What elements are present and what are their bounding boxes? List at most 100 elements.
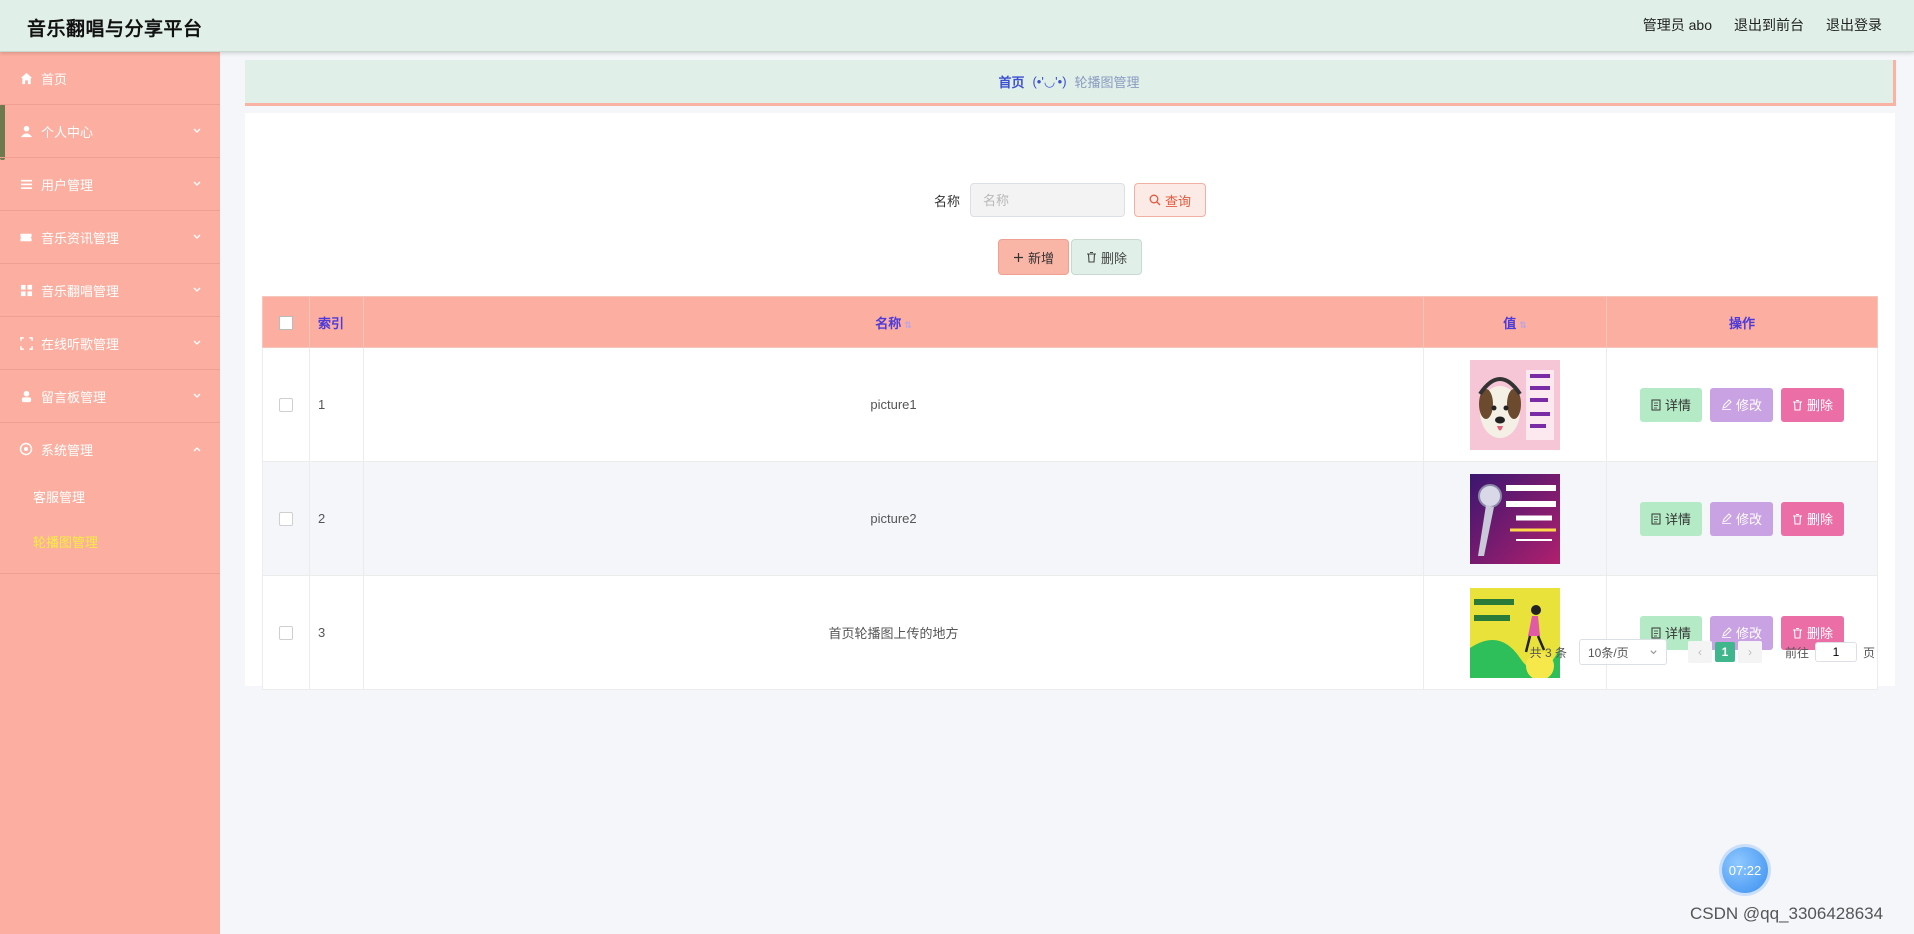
- query-button-label: 查询: [1165, 193, 1192, 209]
- pagination: 共 3 条 10条/页 ‹ 1 › 前往 页: [1530, 639, 1875, 665]
- add-button[interactable]: 新增: [997, 239, 1069, 275]
- main-area: 首页 (•'◡'•) 轮播图管理 名称 查询 新增 删除: [220, 52, 1914, 934]
- header-links: 管理员 abo 退出到前台 退出登录: [1643, 15, 1882, 35]
- trash-icon: [1793, 399, 1802, 411]
- thumbnail-microphone-top10-image[interactable]: [1470, 473, 1560, 564]
- sidebar-item-home[interactable]: 首页: [0, 52, 220, 105]
- chevron-down-icon: [193, 287, 201, 292]
- row-ops: 详情 修改 删除: [1606, 347, 1878, 462]
- row-name: 首页轮播图上传的地方: [363, 575, 1424, 690]
- goto-page-input[interactable]: [1814, 642, 1857, 662]
- delete-button[interactable]: 删除: [1781, 501, 1845, 536]
- search-icon: [1149, 194, 1161, 206]
- breadcrumb-home[interactable]: 首页: [998, 72, 1024, 91]
- row-ops: 详情 修改 删除: [1606, 461, 1878, 576]
- detail-label: 详情: [1664, 398, 1691, 413]
- edit-button[interactable]: 修改: [1709, 501, 1773, 536]
- watermark: CSDN @qq_3306428634: [1690, 904, 1884, 923]
- next-page-button[interactable]: ›: [1737, 641, 1762, 663]
- sidebar-item-label: 首页: [41, 71, 68, 87]
- header-ops-label: 操作: [1728, 315, 1755, 331]
- chevron-down-icon: [193, 181, 201, 186]
- admin-label: 管理员 abo: [1642, 17, 1712, 33]
- row-index: 1: [309, 347, 364, 462]
- search-label: 名称: [933, 193, 960, 209]
- delete-button[interactable]: 删除: [1781, 387, 1845, 422]
- sidebar-item-label: 在线听歌管理: [41, 336, 120, 352]
- edit-icon: [1721, 399, 1732, 410]
- edit-button[interactable]: 修改: [1709, 387, 1773, 422]
- row-index: 3: [309, 575, 364, 690]
- grid-icon: [19, 283, 33, 297]
- table-row: 2 picture2 详情 修改 删除: [262, 461, 1878, 576]
- breadcrumb-current: 轮播图管理: [1074, 75, 1140, 90]
- query-button[interactable]: 查询: [1134, 183, 1207, 217]
- thumbnail-dog-headphones-image[interactable]: [1470, 359, 1560, 450]
- row-checkbox[interactable]: [279, 398, 293, 413]
- row-name: picture1: [363, 347, 1424, 462]
- page-size-select[interactable]: 10条/页: [1578, 639, 1667, 665]
- row-checkbox[interactable]: [279, 512, 293, 527]
- sidebar-item-message-board[interactable]: 留言板管理: [0, 370, 220, 423]
- table-header-row: 索引 名称 ⇅ 值 ⇅ 操作: [262, 296, 1878, 348]
- detail-button[interactable]: 详情: [1639, 501, 1702, 536]
- chevron-down-icon: [193, 393, 201, 398]
- action-row: 新增 删除: [245, 239, 1895, 275]
- edit-icon: [1721, 627, 1732, 638]
- document-icon: [1651, 627, 1661, 638]
- home-icon: [19, 71, 33, 85]
- select-all-checkbox[interactable]: [279, 315, 293, 330]
- content-card: 名称 查询 新增 删除: [245, 113, 1895, 690]
- goto-suffix: 页: [1862, 645, 1875, 660]
- gear-icon: [19, 442, 33, 456]
- header-value[interactable]: 值 ⇅: [1423, 296, 1607, 348]
- prev-page-button[interactable]: ‹: [1687, 641, 1712, 663]
- bulk-delete-label: 删除: [1101, 250, 1128, 266]
- sidebar-item-label: 音乐资讯管理: [41, 230, 120, 246]
- delete-label: 删除: [1807, 398, 1834, 413]
- sort-icon[interactable]: ⇅: [904, 320, 912, 330]
- sidebar-item-music-news[interactable]: 音乐资讯管理: [0, 211, 220, 264]
- table-row: 3 首页轮播图上传的地方 详情 修改 删除: [262, 575, 1878, 690]
- header-name[interactable]: 名称 ⇅: [363, 296, 1424, 348]
- sidebar-item-label: 音乐翻唱管理: [41, 283, 120, 299]
- sidebar-item-online-music[interactable]: 在线听歌管理: [0, 317, 220, 370]
- person-icon: [19, 389, 33, 403]
- breadcrumb-face: (•'◡'•): [1032, 73, 1067, 89]
- detail-label: 详情: [1664, 512, 1691, 527]
- row-checkbox[interactable]: [279, 626, 293, 641]
- clock-widget[interactable]: 07:22: [1722, 847, 1768, 893]
- breadcrumb: 首页 (•'◡'•) 轮播图管理: [245, 60, 1896, 106]
- row-check-cell: [262, 461, 310, 576]
- header-index: 索引: [309, 296, 364, 348]
- sidebar-subitem-carousel[interactable]: 轮播图管理: [0, 520, 220, 565]
- page-number-current[interactable]: 1: [1714, 642, 1735, 662]
- delete-label: 删除: [1807, 512, 1834, 527]
- header-name-label: 名称: [875, 315, 902, 331]
- carousel-table: 索引 名称 ⇅ 值 ⇅ 操作 1 picture1 详情 修改 删除 2 pic…: [262, 296, 1878, 690]
- search-input[interactable]: [970, 183, 1125, 217]
- user-icon: [19, 124, 33, 138]
- detail-button[interactable]: 详情: [1639, 387, 1702, 422]
- trash-icon: [1087, 251, 1096, 263]
- edit-icon: [1721, 513, 1732, 524]
- sidebar-item-label: 用户管理: [41, 177, 94, 193]
- edit-label: 修改: [1735, 512, 1762, 527]
- sidebar-subitem-customer-service[interactable]: 客服管理: [0, 475, 220, 520]
- sidebar-item-covers[interactable]: 音乐翻唱管理: [0, 264, 220, 317]
- exit-to-front-link[interactable]: 退出到前台: [1734, 15, 1804, 35]
- sidebar-item-system[interactable]: 系统管理: [0, 423, 220, 475]
- row-check-cell: [262, 347, 310, 462]
- bulk-delete-button[interactable]: 删除: [1071, 239, 1143, 275]
- sort-icon[interactable]: ⇅: [1519, 320, 1527, 330]
- row-name: picture2: [363, 461, 1424, 576]
- row-image-cell: [1423, 347, 1607, 462]
- sidebar-item-users[interactable]: 用户管理: [0, 158, 220, 211]
- row-check-cell: [262, 575, 310, 690]
- logout-link[interactable]: 退出登录: [1826, 15, 1882, 35]
- chevron-down-icon: [1650, 649, 1657, 654]
- sidebar-item-profile[interactable]: 个人中心: [0, 105, 220, 158]
- sidebar-item-label: 留言板管理: [41, 389, 107, 405]
- chevron-down-icon: [193, 340, 201, 345]
- sidebar-item-label: 个人中心: [41, 124, 94, 140]
